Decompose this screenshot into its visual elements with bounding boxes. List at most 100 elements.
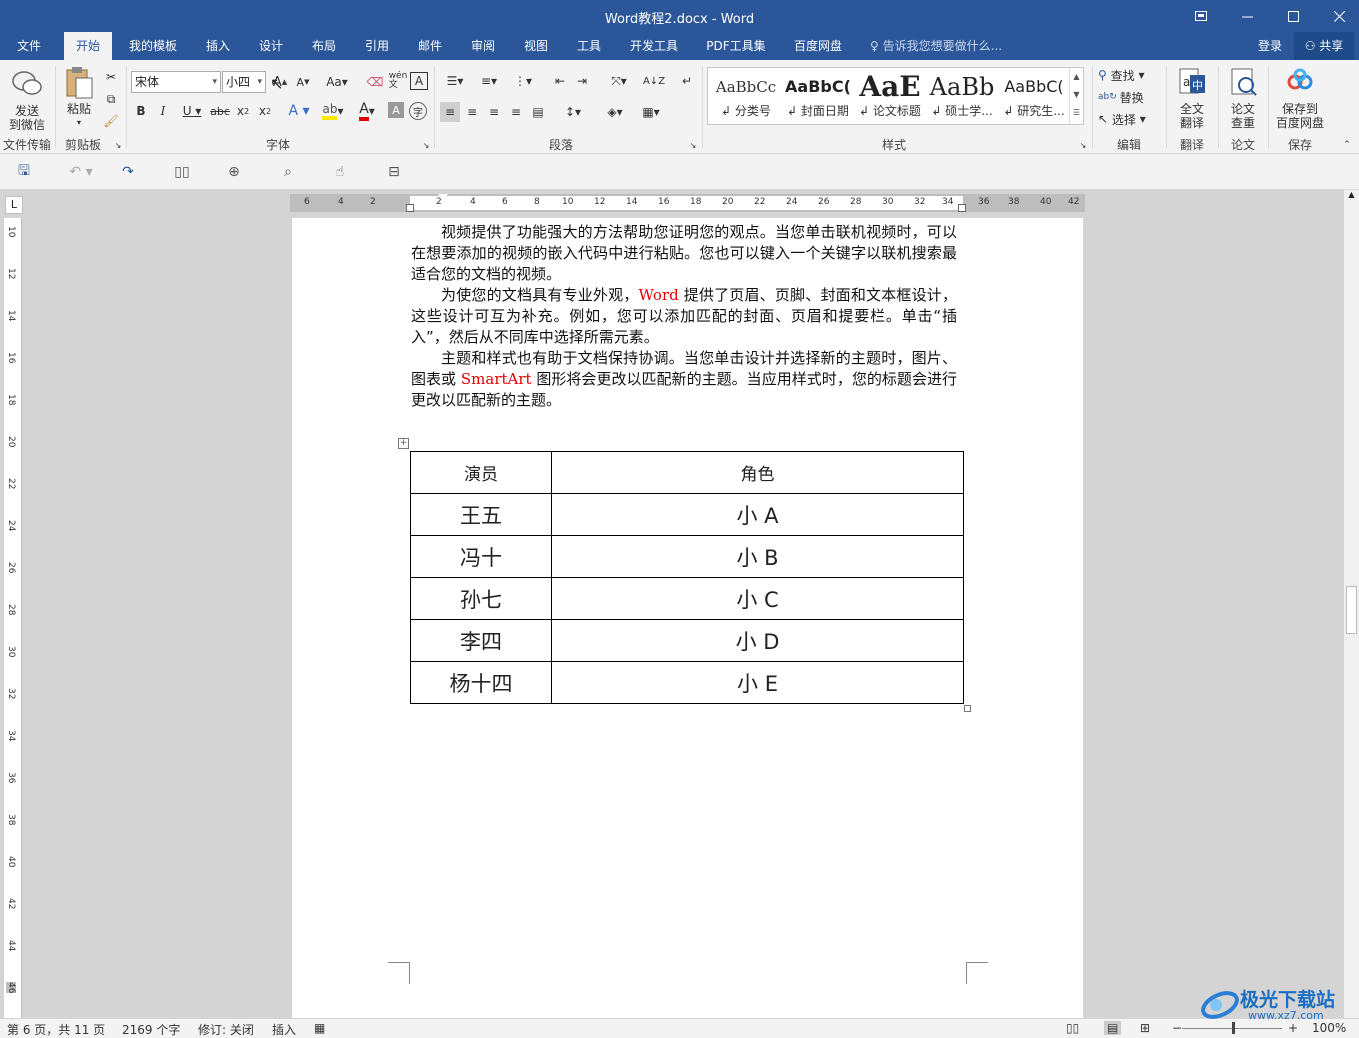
tab-references[interactable]: 引用	[355, 32, 399, 60]
collapse-ribbon-icon[interactable]: ⌃	[1340, 140, 1354, 150]
horizontal-ruler[interactable]: 6 4 2 2 4 6 8 10 12 14 16 18 20 22 24 26…	[290, 194, 1085, 212]
web-layout-icon[interactable]: ⊕	[224, 162, 244, 182]
left-indent-marker[interactable]	[406, 204, 414, 212]
strikethrough-icon[interactable]: abc	[210, 102, 230, 120]
table-cell[interactable]: 小 A	[551, 493, 964, 536]
full-translate-button[interactable]: a中 全文 翻译	[1170, 66, 1214, 130]
select-button[interactable]: ↖ 选择 ▾	[1098, 110, 1162, 128]
first-line-indent-marker[interactable]	[438, 194, 448, 200]
style-item[interactable]: AaBbC( ↲ 研究生...	[998, 72, 1070, 122]
paste-dropdown-icon[interactable]: ▾	[60, 116, 98, 130]
line-spacing-icon[interactable]: ↕▾	[558, 102, 588, 122]
italic-icon[interactable]: I	[155, 102, 171, 120]
save-icon[interactable]: 🖫	[14, 162, 34, 182]
save-baidu-button[interactable]: 保存到 百度网盘	[1272, 66, 1328, 130]
cut-icon[interactable]: ✂	[102, 68, 120, 86]
read-mode-icon[interactable]: ▯▯	[172, 162, 192, 182]
document-page[interactable]: 视频提供了功能强大的方法帮助您证明您的观点。当您单击联机视频时，可以在想要添加的…	[292, 218, 1083, 1018]
scrollbar-thumb[interactable]	[1346, 586, 1357, 634]
login-link[interactable]: 登录	[1258, 32, 1282, 60]
find-button[interactable]: ⚲ 查找 ▾	[1098, 66, 1162, 84]
tell-me-box[interactable]: ♀ 告诉我您想要做什么...	[870, 32, 1002, 60]
bold-icon[interactable]: B	[133, 102, 149, 120]
table-cell[interactable]: 李四	[410, 619, 552, 662]
table-cell[interactable]: 冯十	[410, 535, 552, 578]
table-resize-handle[interactable]	[964, 705, 971, 712]
page-count[interactable]: 第 6 页，共 11 页	[7, 1021, 105, 1038]
paste-button[interactable]: 粘贴 ▾	[60, 66, 98, 130]
tab-mailings[interactable]: 邮件	[408, 32, 452, 60]
print-layout-view-icon[interactable]: ▤	[1104, 1021, 1122, 1035]
insert-mode[interactable]: 插入	[272, 1021, 296, 1038]
ribbon-display-icon[interactable]	[1178, 0, 1224, 32]
bullets-icon[interactable]: ☰▾	[440, 72, 470, 90]
replace-button[interactable]: ab↻ 替换	[1098, 88, 1162, 106]
send-to-wechat-button[interactable]: 发送 到微信	[4, 68, 50, 132]
subscript-icon[interactable]: x2	[234, 102, 252, 120]
paragraph-launcher-icon[interactable]: ↘	[688, 140, 698, 150]
vertical-scrollbar[interactable]: ▲	[1344, 190, 1359, 1018]
style-item[interactable]: AaE ↲ 论文标题	[854, 72, 926, 122]
align-left-icon[interactable]: ≡	[440, 102, 460, 122]
shrink-font-icon[interactable]: A ▼	[294, 73, 312, 91]
copy-icon[interactable]: ⧉	[102, 90, 120, 108]
minimize-icon[interactable]	[1224, 0, 1270, 32]
font-launcher-icon[interactable]: ↘	[421, 140, 431, 150]
table-cell[interactable]: 杨十四	[410, 661, 552, 704]
table-cell[interactable]: 王五	[410, 493, 552, 536]
sort-icon[interactable]: A↓Z	[643, 72, 665, 90]
undo-icon[interactable]: ↶ ▾	[64, 162, 98, 182]
zoom-out-icon[interactable]: −	[1172, 1021, 1182, 1035]
tab-selector[interactable]: L	[5, 196, 23, 214]
table-cell[interactable]: 孙七	[410, 577, 552, 620]
highlight-icon[interactable]: ab ▾	[318, 102, 348, 120]
char-shading-icon[interactable]: A	[388, 102, 404, 118]
close-icon[interactable]	[1316, 0, 1359, 32]
share-button[interactable]: ⚇ 共享	[1294, 32, 1354, 60]
enclose-char-icon[interactable]: 字	[409, 102, 427, 120]
tab-design[interactable]: 设计	[249, 32, 293, 60]
cast-table[interactable]: 演员 角色 王五 小 A 冯十 小 B 孙七 小 C 李四 小 D 杨十四 小 …	[410, 451, 964, 704]
styles-launcher-icon[interactable]: ↘	[1078, 140, 1088, 150]
table-header-cell[interactable]: 演员	[410, 451, 552, 494]
tab-tools[interactable]: 工具	[567, 32, 611, 60]
numbering-icon[interactable]: ≡▾	[474, 72, 504, 90]
vertical-ruler[interactable]: 10 12 14 16 18 20 22 24 26 28 30 32 34 3…	[4, 218, 22, 1018]
align-center-icon[interactable]: ≡	[462, 102, 482, 122]
table-cell[interactable]: 小 B	[551, 535, 964, 578]
tab-view[interactable]: 视图	[514, 32, 558, 60]
align-right-icon[interactable]: ≡	[484, 102, 504, 122]
gallery-scroll[interactable]: ▲ ▼ ☰	[1069, 68, 1083, 124]
table-header-cell[interactable]: 角色	[551, 451, 964, 494]
web-layout-view-icon[interactable]: ⊞	[1140, 1021, 1150, 1035]
table-cell[interactable]: 小 D	[551, 619, 964, 662]
print-preview-icon[interactable]: ⌕	[278, 162, 298, 182]
tab-developer[interactable]: 开发工具	[622, 32, 686, 60]
style-item[interactable]: AaBbC( ↲ 封面日期	[782, 72, 854, 122]
tab-home[interactable]: 开始	[64, 32, 112, 60]
increase-indent-icon[interactable]: ⇥	[572, 72, 592, 90]
tab-insert[interactable]: 插入	[196, 32, 240, 60]
borders-icon[interactable]: ▦▾	[636, 102, 666, 122]
style-item[interactable]: AaBb ↲ 硕士学...	[926, 72, 998, 122]
char-border-icon[interactable]: A	[410, 72, 428, 90]
macro-record-icon[interactable]: ▦	[314, 1021, 325, 1035]
chinese-layout-icon[interactable]: ⤧▾	[604, 72, 634, 90]
redo-icon[interactable]: ↷	[118, 162, 138, 182]
body-paragraph[interactable]: 主题和样式也有助于文档保持协调。当您单击设计并选择新的主题时，图片、图表或 Sm…	[411, 348, 957, 411]
table-move-handle-icon[interactable]: +	[398, 438, 409, 449]
tab-pdf-tools[interactable]: PDF工具集	[700, 32, 772, 60]
multilevel-list-icon[interactable]: ⋮▾	[508, 72, 538, 90]
clear-format-icon[interactable]: ⌫	[366, 73, 384, 91]
font-name-combo[interactable]: 宋体	[131, 71, 221, 93]
body-paragraph[interactable]: 为使您的文档具有专业外观，Word 提供了页眉、页脚、封面和文本框设计，这些设计…	[411, 285, 957, 348]
table-cell[interactable]: 小 C	[551, 577, 964, 620]
paper-check-button[interactable]: 论文 查重	[1222, 66, 1264, 130]
tab-layout[interactable]: 布局	[302, 32, 346, 60]
format-painter-icon[interactable]: 🖌	[102, 112, 120, 130]
scroll-up-icon[interactable]: ▲	[1344, 190, 1359, 204]
font-color-icon[interactable]: A ▾	[352, 101, 382, 121]
right-indent-marker[interactable]	[958, 204, 966, 212]
text-effect-icon[interactable]: A ▾	[284, 102, 314, 120]
shading-icon[interactable]: ◈▾	[600, 102, 630, 122]
